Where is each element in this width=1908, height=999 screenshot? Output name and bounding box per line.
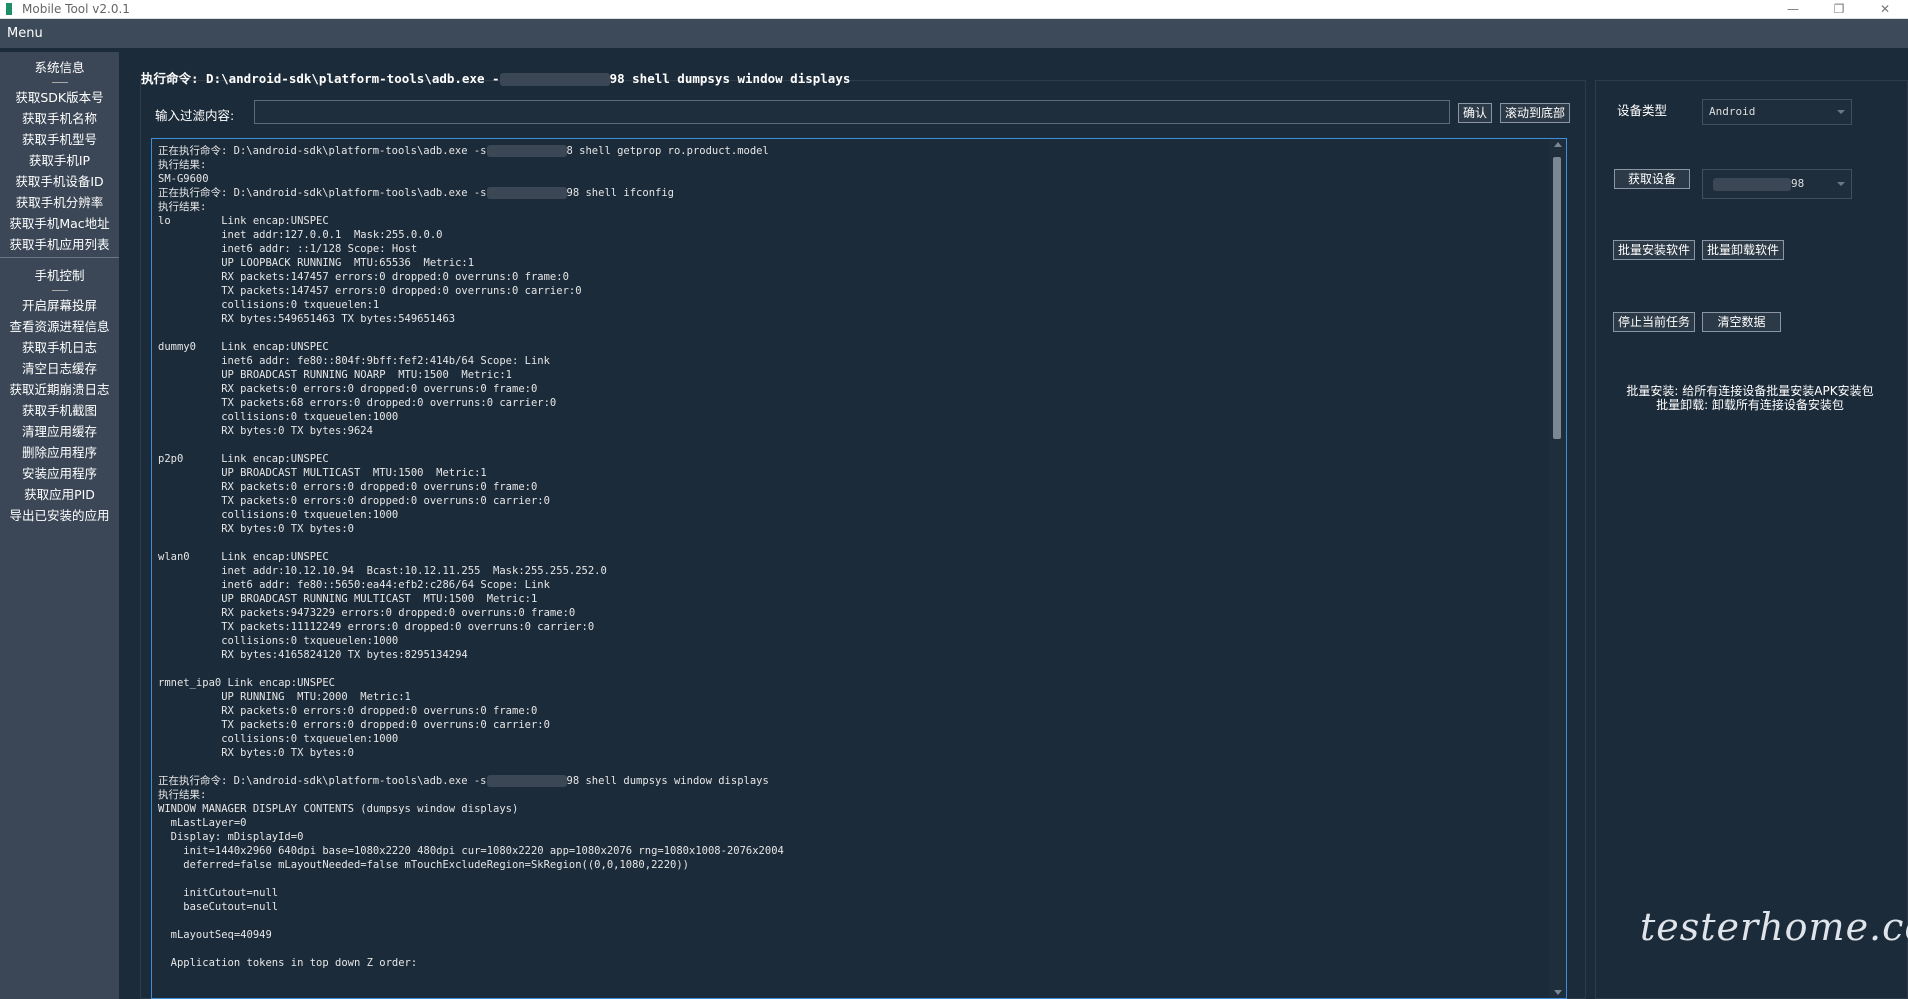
log-block: 正在执行命令: D:\android-sdk\platform-tools\ad…	[158, 774, 1542, 970]
scroll-down-icon[interactable]	[1554, 990, 1562, 995]
minimize-icon[interactable]: —	[1770, 0, 1816, 18]
redacted-serial	[486, 775, 567, 787]
right-panel	[1595, 80, 1908, 999]
sidebar-item[interactable]: 安装应用程序	[0, 463, 119, 484]
chevron-down-icon	[1837, 182, 1845, 186]
device-value-suffix: 98	[1791, 177, 1805, 190]
redacted-device-id	[1713, 177, 1791, 191]
sidebar-item[interactable]: 清理应用缓存	[0, 421, 119, 442]
sidebar-item[interactable]: 获取手机IP	[0, 150, 119, 171]
sidebar-item[interactable]: 获取手机型号	[0, 129, 119, 150]
log-command-line: 正在执行命令: D:\android-sdk\platform-tools\ad…	[158, 774, 1542, 788]
sidebar-header-system-info: 系统信息	[0, 52, 119, 87]
sidebar-item[interactable]: 查看资源进程信息	[0, 316, 119, 337]
menu-button[interactable]: Menu	[7, 26, 43, 41]
sidebar-item[interactable]: 获取SDK版本号	[0, 87, 119, 108]
log-result: 执行结果: lo Link encap:UNSPEC inet addr:127…	[158, 201, 607, 759]
log-command-suffix: 8 shell getprop ro.product.model	[566, 145, 769, 157]
sidebar-section-phone-control: 手机控制 开启屏幕投屏 查看资源进程信息 获取手机日志 清空日志缓存 获取近期崩溃日志获…	[0, 260, 119, 526]
sidebar-item[interactable]: 获取近期崩溃日志	[0, 379, 119, 400]
sidebar-item[interactable]: 获取手机Mac地址	[0, 213, 119, 234]
redacted-serial	[486, 145, 567, 157]
filter-label: 输入过滤内容:	[155, 108, 235, 123]
restore-icon[interactable]: ❐	[1816, 0, 1862, 18]
help-text: 批量安装: 给所有连接设备批量安装APK安装包 批量卸载: 卸载所有连接设备安装…	[1620, 384, 1880, 412]
batch-uninstall-button[interactable]: 批量卸载软件	[1702, 240, 1785, 260]
command-suffix: 98 shell dumpsys window displays	[609, 71, 851, 86]
device-select[interactable]: 98	[1702, 169, 1852, 199]
sidebar: 系统信息 获取SDK版本号 获取手机名称 获取手机型号 获取手机IP 获取手机设备ID 获…	[0, 52, 119, 999]
sidebar-item[interactable]: 删除应用程序	[0, 442, 119, 463]
scroll-thumb[interactable]	[1553, 157, 1561, 439]
scroll-up-icon[interactable]	[1554, 142, 1562, 147]
log-command-prefix: 正在执行命令: D:\android-sdk\platform-tools\ad…	[158, 145, 487, 157]
sidebar-item[interactable]: 导出已安装的应用	[0, 505, 119, 526]
menu-bar: Menu	[0, 19, 1908, 48]
log-command-line: 正在执行命令: D:\android-sdk\platform-tools\ad…	[158, 186, 1542, 200]
command-prefix: 执行命令: D:\android-sdk\platform-tools\adb.…	[141, 71, 500, 86]
log-text: 正在执行命令: D:\android-sdk\platform-tools\ad…	[158, 144, 1542, 970]
sidebar-header-label: 系统信息	[34, 60, 85, 75]
log-result: 执行结果: WINDOW MANAGER DISPLAY CONTENTS (d…	[158, 789, 784, 969]
window-controls: — ❐ ✕	[1770, 0, 1908, 18]
log-block: 正在执行命令: D:\android-sdk\platform-tools\ad…	[158, 186, 1542, 774]
device-type-value: Android	[1709, 105, 1756, 118]
sidebar-header-phone-control: 手机控制	[0, 260, 119, 295]
sidebar-item[interactable]: 获取应用PID	[0, 484, 119, 505]
section-dash	[51, 82, 68, 83]
sidebar-section-system-info: 系统信息 获取SDK版本号 获取手机名称 获取手机型号 获取手机IP 获取手机设备ID 获…	[0, 52, 119, 255]
device-type-label: 设备类型	[1617, 103, 1668, 118]
redacted-serial	[486, 187, 567, 199]
log-command-suffix: 98 shell ifconfig	[566, 187, 674, 199]
redacted-serial	[499, 73, 610, 86]
section-dash	[51, 290, 68, 291]
log-command-prefix: 正在执行命令: D:\android-sdk\platform-tools\ad…	[158, 187, 487, 199]
get-device-button[interactable]: 获取设备	[1614, 169, 1690, 189]
close-icon[interactable]: ✕	[1862, 0, 1908, 18]
chevron-down-icon	[1837, 110, 1845, 114]
filter-input[interactable]	[254, 100, 1450, 124]
sidebar-list-system-info: 获取SDK版本号 获取手机名称 获取手机型号 获取手机IP 获取手机设备ID 获取手机分辨…	[0, 87, 119, 255]
confirm-button[interactable]: 确认	[1458, 103, 1493, 123]
sidebar-item[interactable]: 获取手机应用列表	[0, 234, 119, 255]
log-command-suffix: 98 shell dumpsys window displays	[566, 775, 769, 787]
title-bar: Mobile Tool v2.0.1 — ❐ ✕	[0, 0, 1908, 19]
window-title: Mobile Tool v2.0.1	[22, 2, 130, 16]
log-command-line: 正在执行命令: D:\android-sdk\platform-tools\ad…	[158, 144, 1542, 158]
clear-data-button[interactable]: 清空数据	[1702, 312, 1781, 332]
sidebar-item[interactable]: 获取手机日志	[0, 337, 119, 358]
app-icon	[6, 3, 12, 15]
log-block: 正在执行命令: D:\android-sdk\platform-tools\ad…	[158, 144, 1542, 186]
sidebar-item[interactable]: 清空日志缓存	[0, 358, 119, 379]
sidebar-divider	[0, 257, 119, 258]
stop-task-button[interactable]: 停止当前任务	[1613, 312, 1696, 332]
help-line-install: 批量安装: 给所有连接设备批量安装APK安装包	[1626, 384, 1874, 398]
sidebar-list-phone-control: 开启屏幕投屏 查看资源进程信息 获取手机日志 清空日志缓存 获取近期崩溃日志 获取手机截图…	[0, 295, 119, 526]
device-type-select[interactable]: Android	[1702, 99, 1852, 125]
batch-install-button[interactable]: 批量安装软件	[1613, 240, 1696, 260]
log-result: 执行结果: SM-G9600	[158, 159, 209, 185]
watermark: testerhome.com	[1640, 905, 1908, 949]
sidebar-item[interactable]: 开启屏幕投屏	[0, 295, 119, 316]
scroll-to-bottom-button[interactable]: 滚动到底部	[1500, 103, 1571, 123]
log-command-prefix: 正在执行命令: D:\android-sdk\platform-tools\ad…	[158, 775, 487, 787]
log-scrollbar[interactable]	[1549, 139, 1566, 998]
sidebar-header-label: 手机控制	[34, 268, 85, 283]
sidebar-item[interactable]: 获取手机截图	[0, 400, 119, 421]
help-line-uninstall: 批量卸载: 卸载所有连接设备安装包	[1656, 398, 1844, 412]
log-output[interactable]: 正在执行命令: D:\android-sdk\platform-tools\ad…	[151, 138, 1567, 999]
command-header: 执行命令: D:\android-sdk\platform-tools\adb.…	[141, 68, 850, 87]
sidebar-item[interactable]: 获取手机名称	[0, 108, 119, 129]
sidebar-item[interactable]: 获取手机分辨率	[0, 192, 119, 213]
sidebar-item[interactable]: 获取手机设备ID	[0, 171, 119, 192]
